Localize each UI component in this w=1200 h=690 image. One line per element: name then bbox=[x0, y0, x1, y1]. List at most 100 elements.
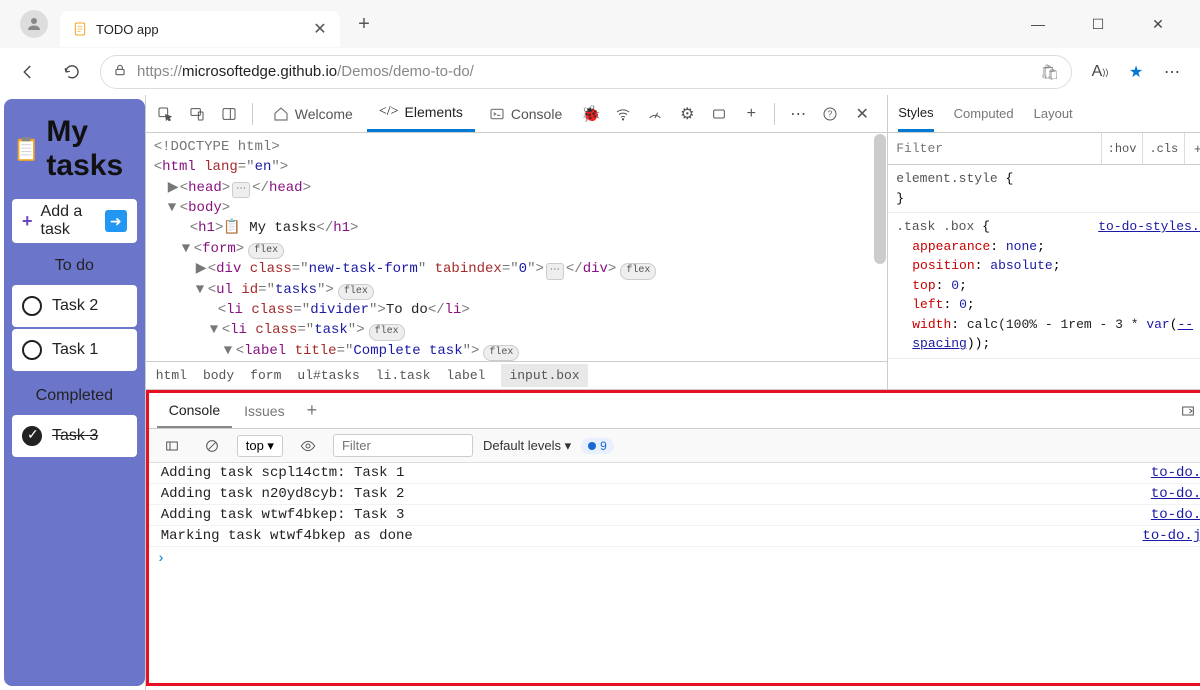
maximize-button[interactable]: ☐ bbox=[1080, 8, 1116, 40]
dom-breadcrumb[interactable]: html body form ul#tasks li.task label in… bbox=[146, 361, 888, 389]
close-window-button[interactable]: ✕ bbox=[1140, 8, 1176, 40]
back-button[interactable] bbox=[12, 56, 44, 88]
clear-console-icon[interactable] bbox=[197, 431, 227, 461]
read-aloud-button[interactable]: A)) bbox=[1084, 56, 1116, 88]
tab-console[interactable]: Console bbox=[477, 96, 574, 132]
plus-icon: + bbox=[22, 211, 33, 232]
task-item[interactable]: Task 2 bbox=[12, 285, 137, 327]
tab-layout[interactable]: Layout bbox=[1034, 97, 1073, 130]
source-link[interactable]: to-do.js:98 bbox=[1151, 486, 1200, 502]
log-row: Marking task wtwf4bkep as doneto-do.js:1… bbox=[149, 526, 1200, 547]
issues-badge[interactable]: 9 bbox=[581, 438, 614, 454]
task-label: Task 1 bbox=[52, 341, 98, 359]
bug-icon[interactable]: 🐞 bbox=[576, 99, 606, 129]
console-prompt[interactable]: › bbox=[149, 547, 1200, 571]
tab-styles[interactable]: Styles bbox=[898, 96, 933, 132]
inspect-element-icon[interactable] bbox=[150, 99, 180, 129]
favorite-button[interactable]: ★ bbox=[1120, 56, 1152, 88]
crumb[interactable]: form bbox=[250, 368, 281, 383]
network-conditions-icon[interactable] bbox=[608, 99, 638, 129]
add-tab-icon[interactable]: + bbox=[736, 99, 766, 129]
submit-arrow-icon[interactable]: ➜ bbox=[105, 210, 127, 232]
source-link[interactable]: to-do.js:98 bbox=[1151, 507, 1200, 523]
tab-elements[interactable]: </>Elements bbox=[367, 96, 475, 132]
task-item[interactable]: Task 3 bbox=[12, 415, 137, 457]
minimize-button[interactable]: — bbox=[1020, 8, 1056, 40]
styles-filter-input[interactable] bbox=[888, 133, 1100, 164]
console-sidebar-icon[interactable] bbox=[157, 431, 187, 461]
crumb[interactable]: ul#tasks bbox=[297, 368, 359, 383]
tab-title: TODO app bbox=[96, 22, 304, 37]
style-rule[interactable]: element.style {} bbox=[888, 165, 1200, 213]
app-panel: My tasks + Add a task ➜ To do Task 2 Tas… bbox=[4, 99, 145, 686]
log-levels[interactable]: Default levels ▾ bbox=[483, 438, 571, 454]
more-icon[interactable]: ⋯ bbox=[783, 99, 813, 129]
styles-sidebar: Styles Computed Layout ⌄ :hov .cls + ele… bbox=[887, 95, 1200, 389]
source-link[interactable]: to-do-styles.css:108 bbox=[1098, 217, 1200, 237]
style-rule[interactable]: to-do-styles.css:108 .task .box { appear… bbox=[888, 213, 1200, 359]
checkbox-icon[interactable] bbox=[22, 296, 42, 316]
task-item[interactable]: Task 1 bbox=[12, 329, 137, 371]
address-bar[interactable]: https://microsoftedge.github.io/Demos/de… bbox=[100, 55, 1072, 89]
help-icon[interactable]: ? bbox=[815, 99, 845, 129]
devtools: Welcome </>Elements Console 🐞 ⚙ + ⋯ ? ✕ bbox=[145, 95, 1200, 690]
crumb[interactable]: label bbox=[446, 368, 485, 383]
scrollbar-icon[interactable] bbox=[874, 134, 886, 264]
drawer-expand-icon[interactable] bbox=[1173, 396, 1200, 426]
close-tab-icon[interactable]: ✕ bbox=[312, 21, 328, 37]
crumb[interactable]: li.task bbox=[376, 368, 431, 383]
drawer-tab-console[interactable]: Console bbox=[157, 394, 232, 428]
performance-icon[interactable] bbox=[640, 99, 670, 129]
add-task-button[interactable]: + Add a task ➜ bbox=[12, 199, 137, 243]
window-controls: — ☐ ✕ bbox=[1020, 8, 1192, 40]
crumb-selected[interactable]: input.box bbox=[501, 364, 587, 387]
console-log[interactable]: Adding task scpl14ctm: Task 1to-do.js:98… bbox=[149, 463, 1200, 683]
section-todo: To do bbox=[12, 251, 137, 277]
cls-toggle[interactable]: .cls bbox=[1142, 133, 1184, 164]
close-devtools-icon[interactable]: ✕ bbox=[847, 99, 877, 129]
nav-bar: https://microsoftedge.github.io/Demos/de… bbox=[0, 48, 1200, 95]
dom-tree[interactable]: <!DOCTYPE html> <html lang="en"> ▶<head>… bbox=[146, 133, 888, 361]
app-title: My tasks bbox=[46, 115, 132, 183]
context-selector[interactable]: top ▾ bbox=[237, 435, 283, 457]
section-completed: Completed bbox=[12, 381, 137, 407]
url-text: https://microsoftedge.github.io/Demos/de… bbox=[137, 63, 1030, 80]
shopping-icon[interactable]: 🛍 bbox=[1040, 63, 1059, 81]
crumb[interactable]: body bbox=[203, 368, 234, 383]
refresh-button[interactable] bbox=[56, 56, 88, 88]
browser-tab[interactable]: TODO app ✕ bbox=[60, 11, 340, 47]
new-tab-button[interactable]: + bbox=[348, 8, 380, 40]
checkbox-checked-icon[interactable] bbox=[22, 426, 42, 446]
tab-welcome[interactable]: Welcome bbox=[261, 96, 365, 132]
notepad-icon bbox=[72, 21, 88, 37]
task-label: Task 3 bbox=[52, 427, 98, 445]
svg-text:?: ? bbox=[828, 109, 833, 118]
log-row: Adding task wtwf4bkep: Task 3to-do.js:98 bbox=[149, 505, 1200, 526]
lock-icon bbox=[113, 63, 127, 81]
profile-avatar[interactable] bbox=[20, 10, 48, 38]
device-emulation-icon[interactable] bbox=[182, 99, 212, 129]
hov-toggle[interactable]: :hov bbox=[1101, 133, 1143, 164]
tab-computed[interactable]: Computed bbox=[954, 97, 1014, 130]
clipboard-icon bbox=[16, 131, 36, 167]
devtools-tab-bar: Welcome </>Elements Console 🐞 ⚙ + ⋯ ? ✕ bbox=[146, 95, 888, 133]
tab-strip: TODO app ✕ + — ☐ ✕ bbox=[0, 0, 1200, 48]
eye-icon[interactable] bbox=[293, 431, 323, 461]
source-link[interactable]: to-do.js:125 bbox=[1142, 528, 1200, 544]
drawer-add-tab-icon[interactable]: + bbox=[297, 400, 328, 421]
more-button[interactable]: ⋯ bbox=[1156, 56, 1188, 88]
add-task-label: Add a task bbox=[41, 203, 97, 239]
new-rule-icon[interactable]: + bbox=[1184, 133, 1200, 164]
console-filter-input[interactable] bbox=[333, 434, 473, 457]
log-row: Adding task n20yd8cyb: Task 2to-do.js:98 bbox=[149, 484, 1200, 505]
panel-icon[interactable] bbox=[704, 99, 734, 129]
settings-gear-icon[interactable]: ⚙ bbox=[672, 99, 702, 129]
source-link[interactable]: to-do.js:98 bbox=[1151, 465, 1200, 481]
dock-icon[interactable] bbox=[214, 99, 244, 129]
task-label: Task 2 bbox=[52, 297, 98, 315]
drawer-tab-issues[interactable]: Issues bbox=[232, 395, 296, 427]
console-drawer: Console Issues + top ▾ Default levels ▾ … bbox=[146, 390, 1200, 686]
log-row: Adding task scpl14ctm: Task 1to-do.js:98 bbox=[149, 463, 1200, 484]
checkbox-icon[interactable] bbox=[22, 340, 42, 360]
crumb[interactable]: html bbox=[156, 368, 187, 383]
